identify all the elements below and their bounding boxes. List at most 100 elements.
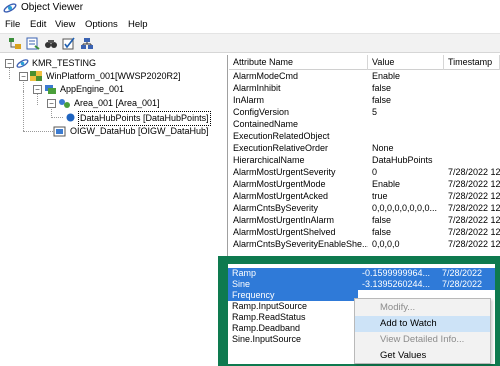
- menu-file[interactable]: File: [5, 19, 20, 30]
- object-tree[interactable]: − KMR_TESTING − WinPlatform_001[WWSP2020…: [0, 55, 228, 366]
- attribute-name-cell: Sine.InputSource: [232, 334, 302, 344]
- tree-node-datahubpoints[interactable]: DataHubPoints [DataHubPoints]: [0, 111, 228, 126]
- attribute-name-cell: AlarmMostUrgentMode: [233, 179, 326, 189]
- timestamp-cell: 7/28/2022 12: [448, 215, 500, 225]
- collapse-icon[interactable]: −: [47, 99, 56, 108]
- value-cell: false: [372, 215, 392, 225]
- timestamp-cell: [444, 83, 500, 94]
- table-row[interactable]: AlarmInhibit false: [229, 83, 500, 94]
- attribute-name-cell: Ramp.Deadband: [232, 323, 301, 333]
- menu-view[interactable]: View: [55, 19, 75, 30]
- menu-help[interactable]: Help: [128, 19, 148, 30]
- timestamp-cell: [444, 143, 500, 154]
- attribute-name-cell: ExecutionRelativeOrder: [233, 143, 329, 153]
- value-cell: [368, 119, 444, 130]
- timestamp-cell: 7/28/2022 12: [448, 191, 500, 201]
- menu-item-add-to-watch[interactable]: Add to Watch: [355, 316, 490, 332]
- watch-row[interactable]: Ramp -0.1599999964... 7/28/2022: [228, 268, 495, 279]
- timestamp-cell: 7/28/2022 12: [448, 227, 500, 237]
- value-cell: Enable: [372, 71, 401, 81]
- timestamp-cell: 7/28/2022 12: [448, 179, 500, 189]
- table-row[interactable]: AlarmMostUrgentSeverity 0 7/28/2022 12: [229, 167, 500, 178]
- attribute-name-cell: AlarmMostUrgentSeverity: [233, 167, 336, 177]
- menu-item-get-values[interactable]: Get Values: [355, 348, 490, 364]
- value-cell: false: [372, 83, 392, 93]
- edit-check-icon[interactable]: [62, 37, 76, 50]
- tree-node-area[interactable]: − Area_001 [Area_001]: [0, 97, 228, 110]
- attribute-name-cell: AlarmMostUrgentShelved: [233, 227, 336, 237]
- menu-edit[interactable]: Edit: [30, 19, 46, 30]
- timestamp-cell: 7/28/2022 12: [448, 167, 500, 177]
- value-cell: false: [372, 227, 392, 237]
- timestamp-cell: [444, 155, 500, 166]
- timestamp-cell: [444, 95, 500, 106]
- table-row[interactable]: AlarmCntsBySeverityEnableShe... 0,0,0,0 7/…: [229, 239, 500, 250]
- timestamp-cell: [444, 131, 500, 142]
- attribute-name-cell: AlarmMostUrgentAcked: [233, 191, 329, 201]
- tree-label-root: KMR_TESTING: [32, 58, 97, 68]
- attribute-name-cell: HierarchicalName: [233, 155, 305, 165]
- value-cell: [368, 131, 444, 142]
- tree-label-oigw-datahub: OIGW_DataHub [OIGW_DataHub]: [70, 126, 209, 136]
- column-header-timestamp[interactable]: Timestamp: [444, 55, 500, 70]
- watch-row[interactable]: Sine -3.1395260244... 7/28/2022: [228, 279, 495, 290]
- title-bar: Object Viewer: [0, 0, 500, 17]
- value-cell: 0,0,0,0: [372, 239, 400, 249]
- table-row[interactable]: AlarmMostUrgentAcked true 7/28/2022 12: [229, 191, 500, 202]
- toolbar: [0, 33, 500, 53]
- tree-node-platform[interactable]: − WinPlatform_001[WWSP2020R2]: [0, 70, 228, 83]
- attribute-name-cell: AlarmMostUrgentInAlarm: [233, 215, 335, 225]
- table-row[interactable]: AlarmCntsBySeverity 0,0,0,0,0,0,0,0... 7/2…: [229, 203, 500, 214]
- tree-label-datahubpoints: DataHubPoints [DataHubPoints]: [78, 111, 211, 126]
- timestamp-cell: 7/28/2022: [442, 279, 483, 289]
- timestamp-cell: 7/28/2022 12: [448, 239, 500, 249]
- grid-header: Attribute Name Value Timestamp: [229, 55, 500, 70]
- object-viewer-app-icon: [3, 3, 17, 13]
- galaxy-icon: [16, 59, 29, 68]
- table-row[interactable]: ExecutionRelativeOrder None: [229, 143, 500, 154]
- value-cell: true: [372, 191, 388, 201]
- attribute-name-cell: ExecutionRelatedObject: [233, 131, 330, 141]
- watch-attribute-list[interactable]: Ramp -0.1599999964... 7/28/2022 Sine -3.1395…: [228, 264, 495, 364]
- column-header-value[interactable]: Value: [368, 55, 444, 70]
- watch-row[interactable]: Frequency: [228, 290, 358, 301]
- table-row[interactable]: AlarmMostUrgentShelved false 7/28/2022 12: [229, 227, 500, 238]
- value-cell: false: [372, 95, 392, 105]
- tree-view-icon[interactable]: [8, 37, 22, 50]
- table-row[interactable]: ConfigVersion 5: [229, 107, 500, 118]
- table-row[interactable]: HierarchicalName DataHubPoints: [229, 155, 500, 166]
- engine-icon: [45, 85, 56, 94]
- value-cell: None: [372, 143, 394, 153]
- tree-label-area: Area_001 [Area_001]: [74, 98, 160, 108]
- collapse-icon[interactable]: −: [33, 85, 42, 94]
- value-cell: -0.1599999964...: [362, 268, 431, 278]
- menu-item-view-detailed-info[interactable]: View Detailed Info...: [355, 332, 490, 348]
- timestamp-cell: [444, 107, 500, 118]
- menu-bar: File Edit View Options Help: [0, 17, 500, 32]
- attribute-name-cell: AlarmInhibit: [233, 83, 281, 93]
- value-cell: Enable: [372, 179, 401, 189]
- timestamp-cell: 7/28/2022 12: [448, 203, 500, 213]
- column-header-attribute-name[interactable]: Attribute Name: [229, 55, 368, 70]
- tree-node-oigw-datahub[interactable]: OIGW_DataHub [OIGW_DataHub]: [0, 125, 228, 138]
- tree-node-engine[interactable]: − AppEngine_001: [0, 83, 228, 96]
- network-icon[interactable]: [80, 37, 94, 50]
- properties-icon[interactable]: [26, 37, 40, 50]
- attribute-name-cell: Frequency: [232, 290, 275, 300]
- timestamp-cell: [444, 119, 500, 130]
- timestamp-cell: [444, 71, 500, 82]
- collapse-icon[interactable]: −: [19, 72, 28, 81]
- menu-item-modify[interactable]: Modify...: [355, 300, 490, 316]
- table-row[interactable]: AlarmMostUrgentMode Enable 7/28/2022 12: [229, 179, 500, 190]
- table-row[interactable]: InAlarm false: [229, 95, 500, 106]
- table-row[interactable]: AlarmModeCmd Enable: [229, 71, 500, 82]
- menu-options[interactable]: Options: [85, 19, 118, 30]
- value-cell: 0,0,0,0,0,0,0,0...: [372, 203, 438, 213]
- table-row[interactable]: ContainedName: [229, 119, 500, 130]
- table-row[interactable]: AlarmMostUrgentInAlarm false 7/28/2022 12: [229, 215, 500, 226]
- tree-node-root[interactable]: − KMR_TESTING: [0, 57, 228, 70]
- table-row[interactable]: ExecutionRelatedObject: [229, 131, 500, 142]
- watch-highlight-frame: Ramp -0.1599999964... 7/28/2022 Sine -3.1395…: [218, 256, 500, 366]
- collapse-icon[interactable]: −: [5, 59, 14, 68]
- find-icon[interactable]: [44, 37, 58, 50]
